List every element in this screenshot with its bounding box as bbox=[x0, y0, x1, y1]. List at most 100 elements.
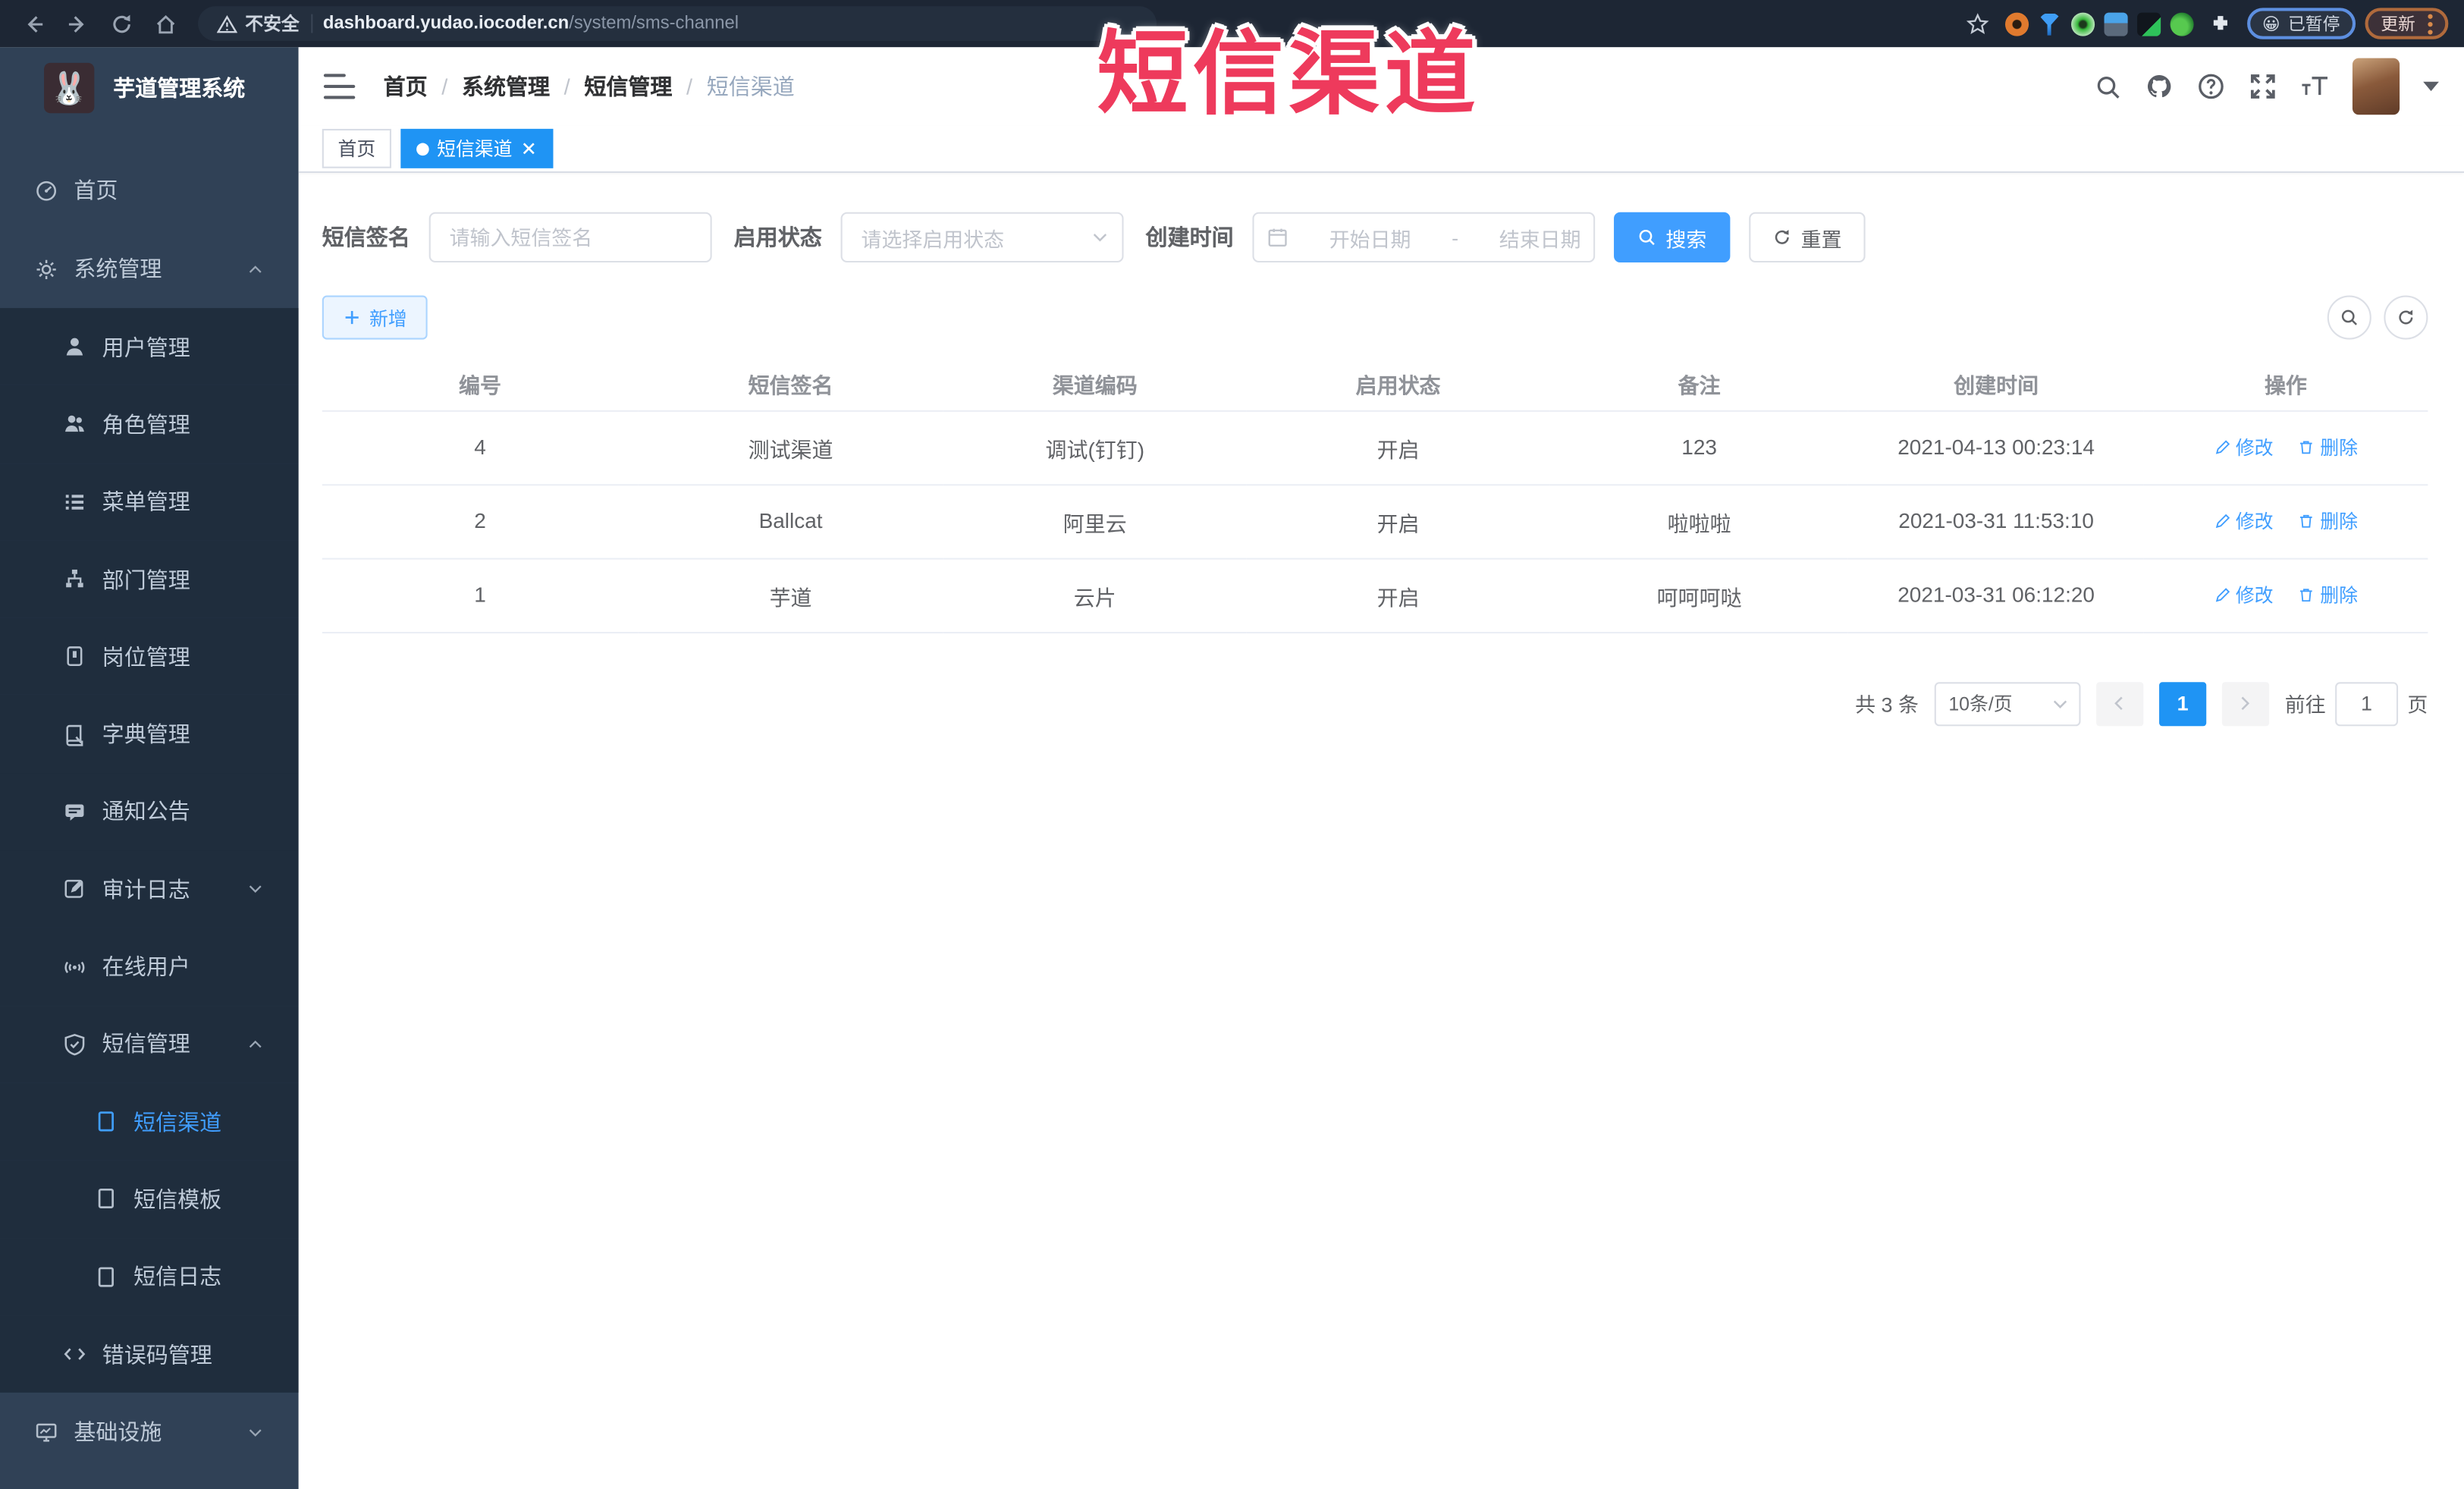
sidebar-logo-row[interactable]: 🐰 芋道管理系统 bbox=[0, 47, 299, 129]
col-created: 创建时间 bbox=[1848, 358, 2144, 411]
col-id: 编号 bbox=[322, 358, 639, 411]
chevron-down-icon bbox=[1093, 234, 1107, 242]
sidebar-item-role-management[interactable]: 角色管理 bbox=[0, 385, 299, 463]
sidebar-item-post-management[interactable]: 岗位管理 bbox=[0, 617, 299, 696]
menu-list-icon bbox=[65, 494, 84, 510]
sidebar-item-system-management[interactable]: 系统管理 bbox=[0, 230, 299, 309]
page-number-button[interactable]: 1 bbox=[2159, 681, 2207, 726]
terminal-green-on-extension[interactable] bbox=[2136, 11, 2161, 36]
search-icon[interactable] bbox=[2093, 72, 2121, 100]
chevron-down-icon bbox=[249, 885, 262, 894]
browser-back-button[interactable] bbox=[16, 6, 51, 41]
sidebar-item-infrastructure[interactable]: 基础设施 bbox=[0, 1393, 299, 1472]
reset-button[interactable]: 重置 bbox=[1749, 212, 1866, 263]
sidebar-collapse-icon[interactable] bbox=[323, 74, 356, 99]
page-size-select[interactable]: 10条/页 bbox=[1934, 681, 2081, 726]
prev-page-button[interactable] bbox=[2096, 681, 2144, 726]
close-icon[interactable] bbox=[520, 140, 538, 157]
page-unit-label: 页 bbox=[2407, 693, 2428, 717]
sidebar-item-menu-management[interactable]: 菜单管理 bbox=[0, 463, 299, 541]
edit-link[interactable]: 修改 bbox=[2214, 434, 2274, 460]
add-button[interactable]: 新增 bbox=[322, 295, 428, 340]
col-code: 渠道编码 bbox=[943, 358, 1247, 411]
trash-icon bbox=[2300, 589, 2313, 602]
refresh-table-button[interactable] bbox=[2384, 295, 2428, 340]
font-size-icon[interactable] bbox=[2301, 72, 2329, 100]
user-avatar[interactable] bbox=[2352, 58, 2400, 115]
security-warning[interactable]: 不安全 bbox=[216, 11, 300, 36]
sidebar-item-label: 菜单管理 bbox=[102, 488, 190, 515]
warning-triangle-icon bbox=[216, 14, 237, 33]
puzzle-extensions-icon[interactable] bbox=[2202, 6, 2237, 41]
page-url[interactable]: dashboard.yudao.iocoder.cn/system/sms-ch… bbox=[323, 14, 739, 33]
green-leaf-extension[interactable] bbox=[2169, 11, 2193, 36]
sidebar-item-error-code[interactable]: 错误码管理 bbox=[0, 1315, 299, 1393]
browser-home-button[interactable] bbox=[148, 6, 183, 41]
app-title: 芋道管理系统 bbox=[113, 75, 246, 101]
status-select[interactable]: 请选择启用状态 bbox=[840, 212, 1124, 263]
sidebar-item-sms-template[interactable]: 短信模板 bbox=[0, 1160, 299, 1238]
browser-forward-button[interactable] bbox=[60, 6, 95, 41]
sidebar-item-notice[interactable]: 通知公告 bbox=[0, 773, 299, 851]
profile-paused-badge[interactable]: 😀 已暂停 bbox=[2246, 8, 2356, 39]
help-icon[interactable] bbox=[2197, 72, 2225, 100]
sidebar-item-home[interactable]: 首页 bbox=[0, 151, 299, 230]
tab-sms-channel[interactable]: 短信渠道 bbox=[400, 128, 554, 168]
breadcrumb-sms[interactable]: 短信管理 bbox=[584, 71, 672, 102]
sidebar-item-online-users[interactable]: 在线用户 bbox=[0, 928, 299, 1006]
address-divider bbox=[310, 14, 312, 33]
sms-shield-icon bbox=[64, 1033, 85, 1056]
signature-input[interactable] bbox=[428, 212, 712, 263]
pagination-total: 共 3 条 bbox=[1855, 693, 1919, 717]
sidebar-item-audit-log[interactable]: 审计日志 bbox=[0, 850, 299, 928]
breadcrumb-system[interactable]: 系统管理 bbox=[462, 71, 550, 102]
delete-link[interactable]: 删除 bbox=[2298, 434, 2358, 460]
sidebar-item-dept-management[interactable]: 部门管理 bbox=[0, 540, 299, 618]
goto-label: 前往 bbox=[2284, 693, 2326, 717]
avatar-emoji: 😀 bbox=[2262, 14, 2280, 34]
top-navbar: 首页 / 系统管理 / 短信管理 / 短信渠道 bbox=[298, 47, 2464, 126]
search-button[interactable]: 搜索 bbox=[1614, 212, 1731, 263]
bookmark-star-icon[interactable] bbox=[1960, 6, 1995, 41]
active-tab-dot bbox=[416, 142, 429, 155]
edit-link[interactable]: 修改 bbox=[2214, 582, 2274, 608]
edit-link[interactable]: 修改 bbox=[2214, 507, 2274, 534]
next-page-button[interactable] bbox=[2221, 681, 2270, 726]
sidebar: 🐰 芋道管理系统 首页 系统管理 用户管理 角色管理 菜单管理 部门管理 岗位管… bbox=[0, 47, 299, 1489]
browser-address-bar[interactable]: 不安全 dashboard.yudao.iocoder.cn/system/sm… bbox=[198, 6, 1157, 41]
goto-page-input[interactable] bbox=[2335, 681, 2398, 726]
screenshot-viewport: 短信渠道 不安全 dashboard.yudao.iocoder.cn/syst… bbox=[0, 0, 2464, 1489]
green-circle-extension[interactable] bbox=[2070, 11, 2095, 36]
table-row: 4 测试渠道 调试(钉钉) 开启 123 2021-04-13 00:23:14… bbox=[322, 410, 2428, 485]
doc-icon bbox=[98, 1111, 114, 1132]
sidebar-item-label: 短信渠道 bbox=[133, 1109, 222, 1135]
sidebar-item-user-management[interactable]: 用户管理 bbox=[0, 308, 299, 386]
breadcrumb-home[interactable]: 首页 bbox=[384, 71, 428, 102]
browser-update-button[interactable]: 更新 bbox=[2365, 8, 2449, 39]
sidebar-item-sms-management[interactable]: 短信管理 bbox=[0, 1005, 299, 1083]
fullscreen-icon[interactable] bbox=[2249, 72, 2277, 100]
browser-reload-button[interactable] bbox=[104, 6, 139, 41]
table-row: 1 芋道 云片 开启 呵呵呵哒 2021-03-31 06:12:20 修改 删… bbox=[322, 558, 2428, 633]
browser-menu-icon[interactable] bbox=[2428, 13, 2433, 34]
col-actions: 操作 bbox=[2143, 358, 2428, 411]
code-icon bbox=[64, 1348, 86, 1360]
tab-home[interactable]: 首页 bbox=[322, 128, 391, 168]
hide-search-button[interactable] bbox=[2327, 295, 2371, 340]
blue-grid-extension[interactable] bbox=[2103, 11, 2127, 36]
sidebar-item-label: 部门管理 bbox=[102, 567, 190, 592]
github-icon[interactable] bbox=[2145, 72, 2173, 100]
browser-toolbar: 不安全 dashboard.yudao.iocoder.cn/system/sm… bbox=[0, 0, 2464, 48]
sidebar-item-dict-management[interactable]: 字典管理 bbox=[0, 695, 299, 774]
sidebar-item-sms-channel[interactable]: 短信渠道 bbox=[0, 1082, 299, 1161]
orange-circle-extension[interactable] bbox=[2004, 11, 2029, 36]
delete-link[interactable]: 删除 bbox=[2298, 582, 2358, 608]
search-icon bbox=[1639, 229, 1655, 246]
caret-down-icon[interactable] bbox=[2423, 81, 2439, 92]
blue-filter-extension[interactable] bbox=[2037, 14, 2061, 36]
sidebar-item-sms-log[interactable]: 短信日志 bbox=[0, 1237, 299, 1316]
date-range-picker[interactable]: 开始日期 - 结束日期 bbox=[1252, 212, 1596, 263]
date-start-placeholder: 开始日期 bbox=[1329, 227, 1411, 251]
delete-link[interactable]: 删除 bbox=[2298, 507, 2358, 534]
sidebar-item-label: 错误码管理 bbox=[102, 1341, 212, 1367]
